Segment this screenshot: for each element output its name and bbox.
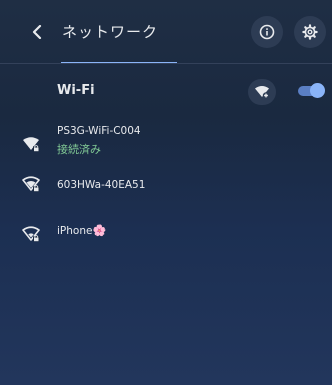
network-status: 接続済み xyxy=(57,143,101,156)
back-button[interactable] xyxy=(26,20,48,44)
network-item[interactable]: 603HWa-40EA51 xyxy=(0,170,332,198)
info-icon xyxy=(259,24,275,40)
wifi-lock-icon xyxy=(23,137,40,152)
header-divider xyxy=(0,63,332,64)
network-name: iPhone🌸 xyxy=(57,224,106,237)
wifi-section-title: Wi-Fi xyxy=(57,83,95,98)
wifi-toggle[interactable] xyxy=(296,82,326,100)
wifi-lock-icon xyxy=(22,176,40,192)
add-network-button[interactable] xyxy=(248,79,276,105)
flower-emoji: 🌸 xyxy=(92,224,107,237)
wifi-toggle-thumb xyxy=(310,83,325,98)
wifi-lock-icon xyxy=(22,226,40,242)
network-item[interactable]: iPhone🌸 xyxy=(0,220,332,248)
network-name: 603HWa-40EA51 xyxy=(57,179,146,191)
page-title: ネットワーク xyxy=(62,23,159,41)
chevron-left-icon xyxy=(32,25,42,39)
info-button[interactable] xyxy=(251,16,283,48)
network-item[interactable]: PS3G-WiFi-C004 接続済み xyxy=(0,124,332,164)
gear-icon xyxy=(302,24,318,40)
add-wifi-icon xyxy=(255,86,270,99)
network-name: PS3G-WiFi-C004 xyxy=(57,125,141,137)
network-name-text: iPhone xyxy=(57,225,93,237)
settings-button[interactable] xyxy=(294,16,326,48)
header-bar: ネットワーク xyxy=(0,0,332,64)
